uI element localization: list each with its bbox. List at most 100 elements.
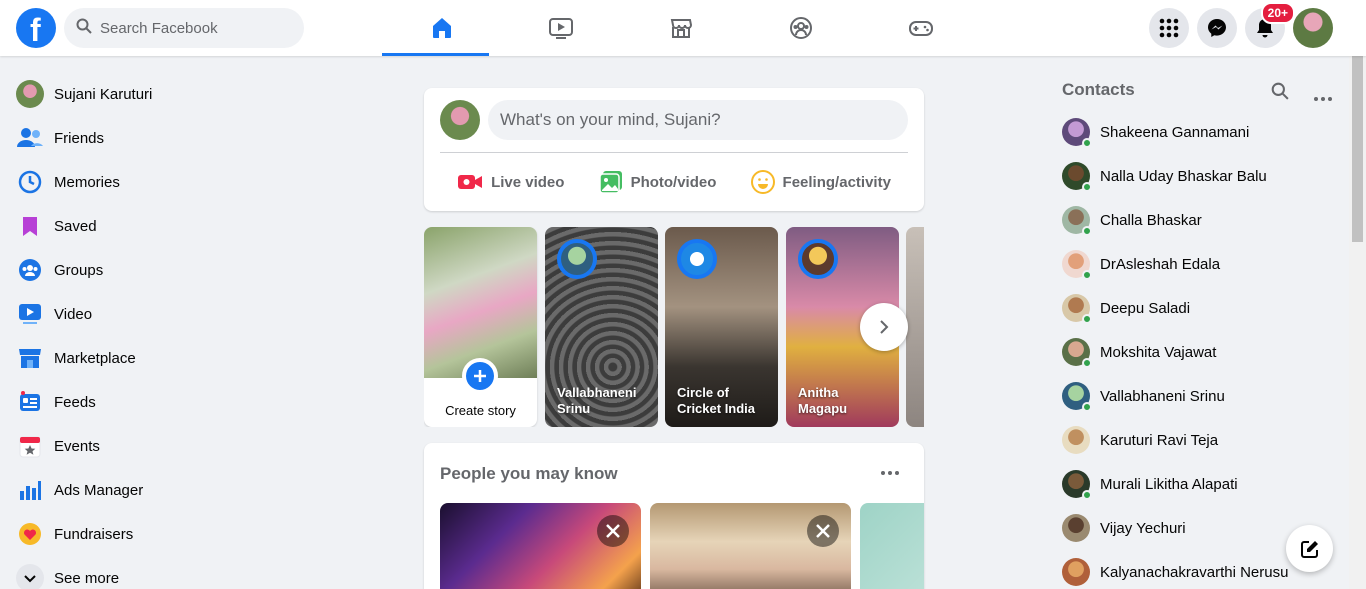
- contact-name: Murali Likitha Alapati: [1100, 475, 1238, 493]
- notifications-button[interactable]: 20+: [1245, 2, 1295, 48]
- whats-on-your-mind-input[interactable]: What's on your mind, Sujani?: [488, 100, 908, 140]
- contacts-title: Contacts: [1062, 80, 1135, 99]
- people-you-may-know-card: People you may know: [424, 443, 924, 589]
- account-avatar[interactable]: [1293, 8, 1333, 48]
- contact-item[interactable]: Murali Likitha Alapati: [1062, 462, 1238, 506]
- close-icon[interactable]: [597, 515, 629, 547]
- online-indicator: [1082, 226, 1092, 236]
- search-box[interactable]: [64, 8, 304, 48]
- sidebar-item-groups[interactable]: Groups: [8, 248, 348, 292]
- sidebar-item-video[interactable]: Video: [8, 292, 348, 336]
- watch-tab[interactable]: [501, 0, 621, 56]
- contact-name: Nalla Uday Bhaskar Balu: [1100, 167, 1267, 185]
- photo-video-label: Photo/video: [630, 173, 717, 191]
- contact-item[interactable]: Deepu Saladi: [1062, 286, 1190, 330]
- marketplace-store-icon: [670, 19, 693, 38]
- post-composer: What's on your mind, Sujani? Live video …: [424, 88, 924, 211]
- facebook-logo-icon[interactable]: f: [16, 8, 56, 48]
- contact-item[interactable]: Karuturi Ravi Teja: [1062, 418, 1218, 462]
- gaming-tab[interactable]: [861, 0, 981, 56]
- sidebar-item-see-more[interactable]: See more: [8, 556, 348, 589]
- avatar: [1062, 514, 1090, 542]
- contact-name: Challa Bhaskar: [1100, 211, 1202, 229]
- contact-item[interactable]: Vallabhaneni Srinu: [1062, 374, 1225, 418]
- suggestion-card-photo[interactable]: [650, 503, 851, 589]
- feeling-activity-button[interactable]: Feeling/activity: [750, 170, 891, 194]
- suggestion-card-photo[interactable]: [440, 503, 641, 589]
- plus-icon[interactable]: [462, 358, 498, 394]
- ads-manager-icon: [16, 476, 44, 504]
- contact-item[interactable]: Mokshita Vajawat: [1062, 330, 1216, 374]
- more-options-icon[interactable]: [1314, 88, 1332, 106]
- sidebar-item-fundraisers[interactable]: Fundraisers: [8, 512, 348, 556]
- search-input[interactable]: [100, 19, 290, 37]
- contact-item[interactable]: Shakeena Gannamani: [1062, 110, 1249, 154]
- contact-item[interactable]: DrAsleshah Edala: [1062, 242, 1220, 286]
- contact-item[interactable]: Vijay Yechuri: [1062, 506, 1186, 550]
- page-scrollbar[interactable]: [1349, 0, 1366, 589]
- create-story-photo: [424, 227, 537, 378]
- close-icon[interactable]: [807, 515, 839, 547]
- sidebar-item-saved[interactable]: Saved: [8, 204, 348, 248]
- search-icon[interactable]: [1271, 82, 1289, 105]
- story-avatar: [557, 239, 597, 279]
- suggestion-card-photo[interactable]: [860, 503, 924, 589]
- groups-tab[interactable]: [741, 0, 861, 56]
- story-card[interactable]: Vallabhaneni Srinu: [545, 227, 658, 427]
- home-tab[interactable]: [382, 0, 501, 56]
- photo-video-button[interactable]: Photo/video: [598, 170, 717, 194]
- home-icon: [432, 18, 451, 38]
- marketplace-tab[interactable]: [621, 0, 741, 56]
- contact-name: Karuturi Ravi Teja: [1100, 431, 1219, 449]
- top-navigation-bar: f Search Facebook 20+: [0, 0, 1366, 56]
- sidebar-item-label: Events: [54, 437, 100, 455]
- online-indicator: [1082, 358, 1092, 368]
- sidebar-item-feeds[interactable]: Feeds: [8, 380, 348, 424]
- svg-text:f: f: [30, 12, 41, 48]
- groups-people-icon: [790, 17, 812, 39]
- contact-name: Deepu Saladi: [1100, 299, 1191, 317]
- live-video-icon: [458, 175, 483, 189]
- sidebar-item-memories[interactable]: Memories: [8, 160, 348, 204]
- sidebar-item-ads-manager[interactable]: Ads Manager: [8, 468, 348, 512]
- sidebar-item-label: Marketplace: [54, 349, 136, 367]
- chevron-down-icon: [16, 564, 44, 589]
- online-indicator: [1082, 490, 1092, 500]
- menu-button[interactable]: [1149, 8, 1189, 48]
- contact-item[interactable]: Challa Bhaskar: [1062, 198, 1202, 242]
- contact-name: Mokshita Vajawat: [1100, 343, 1217, 361]
- sidebar-item-marketplace[interactable]: Marketplace: [8, 336, 348, 380]
- story-author: Vallabhaneni Srinu: [557, 385, 637, 416]
- messenger-button[interactable]: [1197, 8, 1237, 48]
- story-author: Circle of Cricket India: [677, 385, 756, 416]
- contact-item[interactable]: Nalla Uday Bhaskar Balu: [1062, 154, 1267, 198]
- create-story-card[interactable]: Create story: [424, 227, 537, 427]
- live-video-button[interactable]: Live video: [457, 172, 564, 192]
- more-options-icon[interactable]: [876, 461, 904, 485]
- sidebar-item-profile[interactable]: Sujani Karuturi: [8, 72, 348, 116]
- stories-next-button[interactable]: [860, 303, 908, 351]
- compose-edit-icon: [1300, 540, 1318, 558]
- contact-name: Vallabhaneni Srinu: [1100, 387, 1225, 405]
- avatar: [1062, 294, 1092, 324]
- video-play-icon: [549, 18, 573, 39]
- sidebar-item-events[interactable]: Events: [8, 424, 348, 468]
- avatar: [1062, 558, 1090, 586]
- marketplace-icon: [16, 344, 44, 372]
- sidebar-item-friends[interactable]: Friends: [8, 116, 348, 160]
- composer-avatar[interactable]: [440, 100, 480, 140]
- messenger-icon: [1208, 19, 1226, 37]
- avatar: [1062, 338, 1092, 368]
- online-indicator: [1082, 270, 1092, 280]
- avatar: [1062, 206, 1092, 236]
- contact-item[interactable]: Kalyanachakravarthi Nerusu: [1062, 550, 1288, 589]
- story-card[interactable]: Circle of Cricket India: [665, 227, 778, 427]
- story-card[interactable]: [906, 227, 924, 427]
- new-message-button[interactable]: [1286, 525, 1333, 572]
- composer-actions: Live video Photo/video Feeling/activity: [440, 160, 908, 204]
- fundraisers-icon: [16, 520, 44, 548]
- events-icon: [16, 432, 44, 460]
- online-indicator: [1082, 402, 1092, 412]
- video-icon: [16, 300, 44, 328]
- grid-menu-icon: [1159, 18, 1179, 38]
